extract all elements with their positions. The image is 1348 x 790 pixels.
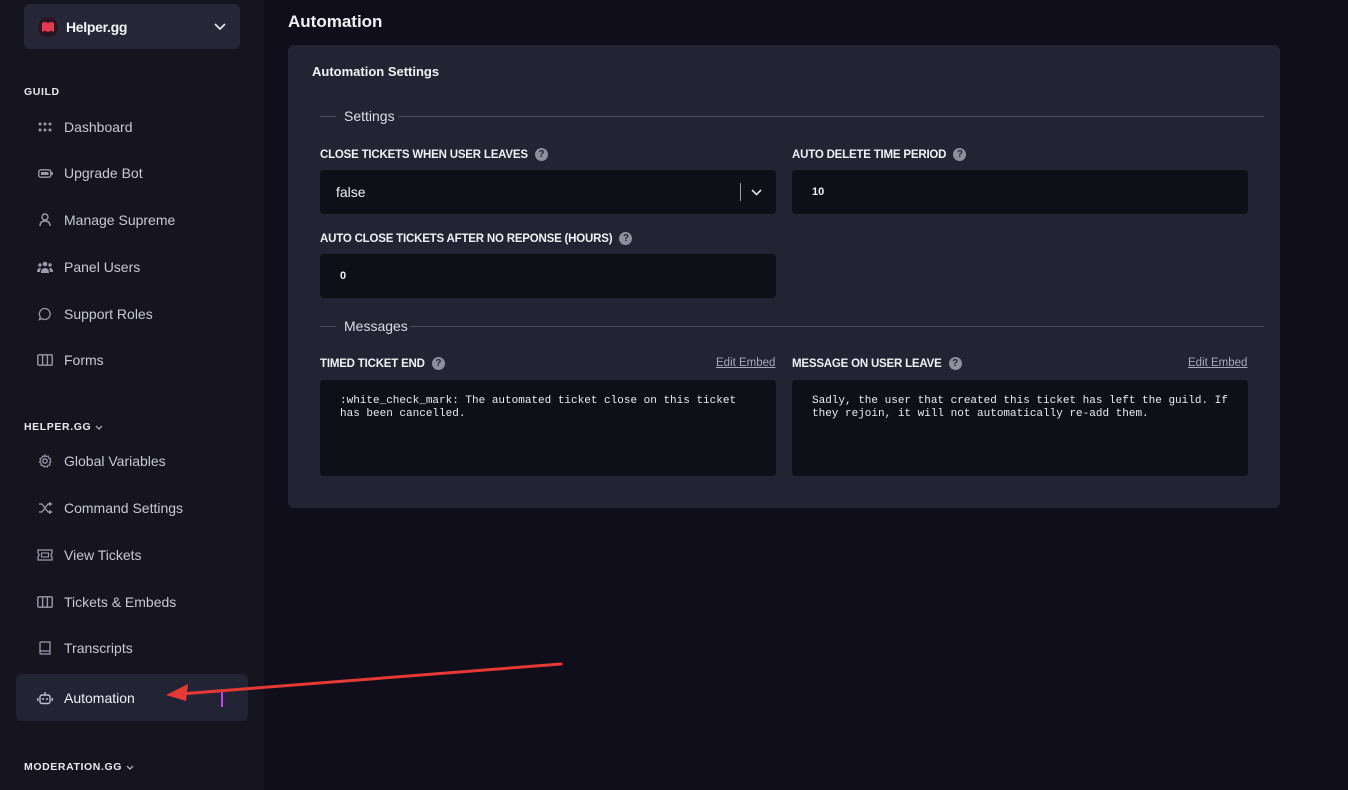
edit-embed-link[interactable]: Edit Embed <box>716 357 775 369</box>
sidebar-item-support-roles[interactable]: Support Roles <box>16 294 248 334</box>
sidebar-item-label: Transcripts <box>64 640 133 656</box>
sidebar-item-command-settings[interactable]: Command Settings <box>16 488 248 528</box>
close-on-leave-select[interactable]: false <box>320 170 776 214</box>
robot-icon <box>37 690 53 706</box>
ticket-icon <box>37 547 53 563</box>
section-label-moderation[interactable]: MODERATION.GG <box>24 761 134 773</box>
card-title: Automation Settings <box>312 64 440 79</box>
gear-icon <box>37 453 53 469</box>
timed-end-label: TIMED TICKET END ? <box>320 357 445 370</box>
columns-icon <box>37 352 53 368</box>
chevron-down-icon <box>126 765 134 770</box>
guild-logo-icon <box>38 16 58 37</box>
auto-close-label: AUTO CLOSE TICKETS AFTER NO REPONSE (HOU… <box>320 232 633 245</box>
automation-settings-card: Automation Settings Settings CLOSE TICKE… <box>288 45 1280 508</box>
sidebar-item-label: Panel Users <box>64 259 141 275</box>
sidebar-item-forms[interactable]: Forms <box>16 340 248 380</box>
sidebar-item-panel-users[interactable]: Panel Users <box>16 247 248 287</box>
settings-legend: Settings <box>320 108 1264 124</box>
section-label-helper[interactable]: HELPER.GG <box>24 421 103 433</box>
help-icon[interactable]: ? <box>948 357 962 370</box>
guild-selector[interactable]: Helper.gg <box>24 4 240 49</box>
user-leave-textarea[interactable]: Sadly, the user that created this ticket… <box>792 380 1248 476</box>
book-icon <box>37 640 53 656</box>
close-on-leave-label: CLOSE TICKETS WHEN USER LEAVES ? <box>320 148 548 161</box>
sidebar-item-label: Tickets & Embeds <box>64 594 177 610</box>
help-icon[interactable]: ? <box>619 232 633 245</box>
page-title: Automation <box>288 12 383 31</box>
help-icon[interactable]: ? <box>534 148 548 161</box>
edit-embed-link[interactable]: Edit Embed <box>1188 357 1247 369</box>
user-leave-label: MESSAGE ON USER LEAVE ? <box>792 357 962 370</box>
sidebar: Helper.gg GUILD Dashboard Upgrade Bot Ma… <box>0 0 264 790</box>
sidebar-item-label: Support Roles <box>64 306 153 322</box>
timed-end-textarea[interactable]: :white_check_mark: The automated ticket … <box>320 380 776 476</box>
sidebar-item-view-tickets[interactable]: View Tickets <box>16 535 248 575</box>
user-icon <box>37 212 53 228</box>
columns-icon <box>37 594 53 610</box>
sidebar-item-manage-supreme[interactable]: Manage Supreme <box>16 200 248 240</box>
help-icon[interactable]: ? <box>953 148 967 161</box>
sidebar-item-global-variables[interactable]: Global Variables <box>16 441 248 481</box>
grid-dots-icon <box>37 119 53 135</box>
auto-delete-input[interactable]: 10 <box>792 170 1248 214</box>
chevron-down-icon <box>95 425 103 430</box>
sidebar-item-transcripts[interactable]: Transcripts <box>16 628 248 668</box>
section-label-guild: GUILD <box>24 86 60 98</box>
sidebar-item-label: Upgrade Bot <box>64 165 143 181</box>
auto-delete-label: AUTO DELETE TIME PERIOD ? <box>792 148 967 161</box>
chat-bubble-icon <box>37 306 53 322</box>
guild-name: Helper.gg <box>66 18 128 35</box>
chevron-down-icon <box>751 184 762 203</box>
sidebar-item-dashboard[interactable]: Dashboard <box>16 107 248 147</box>
shuffle-icon <box>37 500 53 516</box>
text-cursor-marker <box>221 689 223 707</box>
sidebar-item-upgrade-bot[interactable]: Upgrade Bot <box>16 153 248 193</box>
sidebar-item-label: Dashboard <box>64 119 133 135</box>
help-icon[interactable]: ? <box>431 357 445 370</box>
messages-legend: Messages <box>320 318 1264 334</box>
sidebar-item-label: Global Variables <box>64 453 166 469</box>
sidebar-item-label: Automation <box>64 689 135 706</box>
battery-icon <box>37 165 53 181</box>
users-icon <box>37 259 53 275</box>
chevron-down-icon <box>214 18 226 36</box>
sidebar-item-label: Command Settings <box>64 500 184 516</box>
sidebar-item-label: Forms <box>64 352 104 368</box>
sidebar-item-automation[interactable]: Automation <box>16 674 248 721</box>
sidebar-item-label: Manage Supreme <box>64 212 176 228</box>
sidebar-item-tickets-embeds[interactable]: Tickets & Embeds <box>16 582 248 622</box>
sidebar-item-label: View Tickets <box>64 547 142 563</box>
auto-close-input[interactable]: 0 <box>320 254 776 298</box>
